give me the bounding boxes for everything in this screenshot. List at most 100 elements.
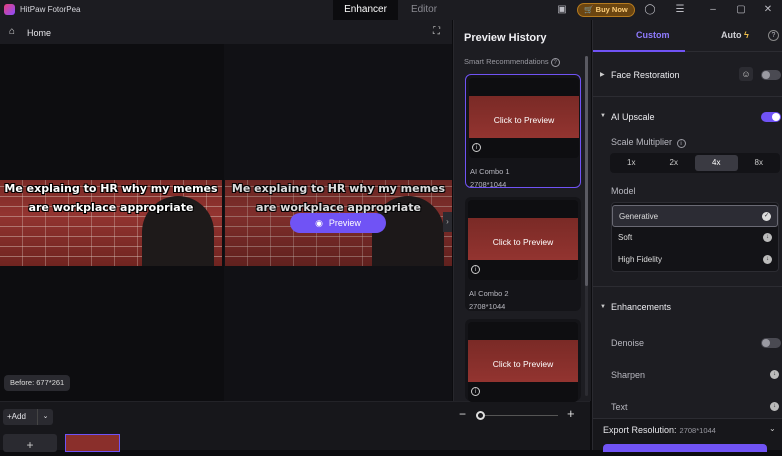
info-icon[interactable]: i xyxy=(471,387,480,396)
preview-button[interactable]: ◉ Preview xyxy=(290,213,386,233)
gift-icon[interactable]: ▣ xyxy=(556,4,568,16)
history-card-thumbnail[interactable]: Click to Preview xyxy=(469,78,579,158)
ai-upscale-title[interactable]: AI Upscale xyxy=(611,112,655,122)
history-card-name: AI Combo 2 xyxy=(469,289,509,298)
history-card[interactable]: Click to Preview i AI Combo 2 2708*1044 xyxy=(465,197,581,311)
caret-down-icon[interactable]: ▼ xyxy=(600,113,606,119)
zoom-slider-handle[interactable] xyxy=(476,411,485,420)
export-resolution: Export Resolution: 2708*1044 xyxy=(603,425,716,435)
bottom-toolbar: +Add ⌄ − + + xyxy=(0,401,590,452)
history-card-thumbnail[interactable]: Click to Preview xyxy=(468,322,578,402)
enhancements-title[interactable]: Enhancements xyxy=(611,302,671,312)
tab-auto-label: Auto xyxy=(721,30,742,40)
scale-multiplier-selector: 1x 2x 4x 8x xyxy=(610,153,780,173)
crop-icon[interactable]: ⛶ xyxy=(433,26,440,37)
download-icon[interactable]: ↓ xyxy=(763,233,772,242)
model-option-generative[interactable]: Generative ✓ xyxy=(612,205,778,227)
preview-history-title: Preview History xyxy=(464,32,547,44)
download-icon[interactable]: ↓ xyxy=(763,255,772,264)
active-tab-indicator xyxy=(593,50,685,52)
help-icon[interactable]: ? xyxy=(550,58,560,67)
scale-option-2x[interactable]: 2x xyxy=(653,153,696,173)
before-size-badge: Before: 677*261 xyxy=(4,375,71,391)
model-option-soft[interactable]: Soft ↓ xyxy=(612,227,778,249)
tab-enhancer[interactable]: Enhancer xyxy=(333,0,398,20)
face-restoration-toggle[interactable] xyxy=(761,70,781,80)
click-to-preview-label: Click to Preview xyxy=(492,359,554,369)
download-icon[interactable]: ↓ xyxy=(770,370,779,379)
denoise-label: Denoise xyxy=(611,338,645,348)
zoom-slider[interactable] xyxy=(478,415,558,416)
tab-editor[interactable]: Editor xyxy=(398,0,450,20)
app-logo-icon xyxy=(4,4,15,15)
eye-icon: ◉ xyxy=(315,218,323,228)
model-list: Generative ✓ Soft ↓ High Fidelity ↓ xyxy=(611,202,779,272)
export-button[interactable] xyxy=(603,444,767,452)
history-card-resolution: 2708*1044 xyxy=(469,302,506,311)
scale-multiplier-text: Scale Multiplier xyxy=(611,137,673,147)
preview-label: Preview xyxy=(328,218,361,228)
menu-icon[interactable]: ☰ xyxy=(674,4,686,16)
title-bar: HitPaw FotorPea Enhancer Editor ▣ 🛒 Buy … xyxy=(0,0,782,20)
info-icon[interactable]: i xyxy=(676,139,686,148)
tab-auto[interactable]: Auto ϟ xyxy=(721,30,749,40)
add-button[interactable]: +Add ⌄ xyxy=(3,409,53,425)
check-icon: ✓ xyxy=(762,212,771,221)
smart-recommendations-label: Smart Recommendations? xyxy=(464,57,560,67)
chevron-right-icon[interactable]: › xyxy=(443,212,452,232)
smart-recommendations-text: Smart Recommendations xyxy=(464,57,549,66)
model-option-high-fidelity[interactable]: High Fidelity ↓ xyxy=(612,249,778,271)
meme-caption-line1: Me explaing to HR why my memes xyxy=(231,182,446,195)
click-to-preview-label: Click to Preview xyxy=(492,237,554,247)
scale-option-8x[interactable]: 8x xyxy=(738,153,781,173)
help-icon[interactable]: ? xyxy=(768,30,779,41)
info-icon[interactable]: i xyxy=(472,143,481,152)
history-scrollbar[interactable] xyxy=(585,56,588,396)
caret-right-icon[interactable]: ▶ xyxy=(600,71,605,78)
maximize-icon[interactable]: ▢ xyxy=(735,4,747,16)
zoom-out-button[interactable]: − xyxy=(459,407,466,421)
caret-down-icon[interactable]: ▼ xyxy=(600,304,606,310)
export-resolution-value: 2708*1044 xyxy=(679,426,716,435)
denoise-toggle[interactable] xyxy=(761,338,781,348)
settings-panel: Custom Auto ϟ ? ▶ Face Restoration ☺ ▼ A… xyxy=(592,20,782,452)
sharpen-label: Sharpen xyxy=(611,370,646,380)
chevron-double-down-icon[interactable]: ⌄ xyxy=(769,424,776,433)
zoom-in-button[interactable]: + xyxy=(567,406,575,421)
history-card-thumbnail[interactable]: Click to Preview xyxy=(468,200,578,280)
history-card[interactable]: Click to Preview i AI Combo 1 2708*1044 xyxy=(465,74,581,189)
image-thumbnail[interactable] xyxy=(65,434,120,452)
home-icon[interactable]: ⌂ xyxy=(9,26,20,37)
user-icon[interactable]: ◯ xyxy=(644,4,656,16)
export-bar: Export Resolution: 2708*1044 ⌄ xyxy=(593,418,782,452)
click-to-preview-label: Click to Preview xyxy=(493,115,555,125)
history-card-name: AI Combo 1 xyxy=(470,167,510,176)
meme-caption-line2: are workplace appropriate xyxy=(28,201,194,214)
scale-multiplier-label: Scale Multiplier i xyxy=(611,137,686,148)
close-icon[interactable]: ✕ xyxy=(762,4,774,16)
buy-now-button[interactable]: 🛒 Buy Now xyxy=(577,3,635,17)
minimize-icon[interactable]: – xyxy=(707,4,719,16)
history-card[interactable]: Click to Preview i xyxy=(465,319,581,402)
lightning-icon: ϟ xyxy=(744,30,749,40)
app-name: HitPaw FotorPea xyxy=(20,5,81,14)
text-label: Text xyxy=(611,402,628,412)
scale-option-1x[interactable]: 1x xyxy=(610,153,653,173)
face-icon[interactable]: ☺ xyxy=(739,67,753,81)
model-option-label: High Fidelity xyxy=(618,255,663,264)
meme-caption-line1: Me explaing to HR why my memes xyxy=(4,182,218,195)
info-icon[interactable]: i xyxy=(471,265,480,274)
home-bar: ⌂ Home ⛶ xyxy=(0,20,452,44)
add-image-tile[interactable]: + xyxy=(3,434,57,452)
face-restoration-title[interactable]: Face Restoration xyxy=(611,70,680,80)
add-label: Add xyxy=(11,412,26,421)
buy-now-label: Buy Now xyxy=(595,5,628,14)
export-resolution-label: Export Resolution: xyxy=(603,425,677,435)
tab-custom[interactable]: Custom xyxy=(636,30,670,40)
chevron-down-icon[interactable]: ⌄ xyxy=(37,409,53,425)
ai-upscale-toggle[interactable] xyxy=(761,112,781,122)
history-scrollbar-thumb[interactable] xyxy=(585,56,588,286)
download-icon[interactable]: ↓ xyxy=(770,402,779,411)
scale-option-4x[interactable]: 4x xyxy=(695,155,738,171)
home-label[interactable]: Home xyxy=(27,28,51,38)
